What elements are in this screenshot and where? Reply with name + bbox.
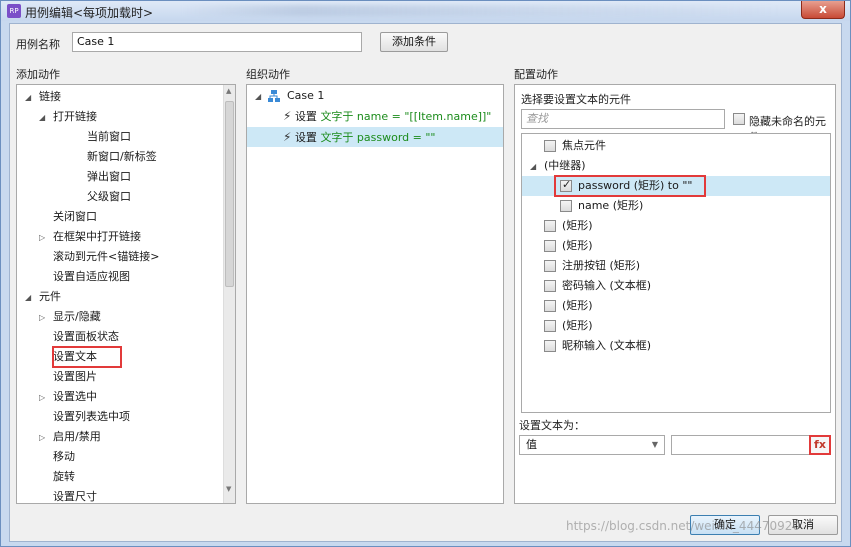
action-text: 文字于 name = "[[Item.name]]" xyxy=(320,110,492,123)
action-tree-item[interactable]: 滚动到元件<锚链接> xyxy=(53,247,159,267)
hide-unnamed-checkbox[interactable] xyxy=(733,113,745,125)
action-tree-item[interactable]: 设置面板状态 xyxy=(53,327,119,347)
collapse-icon[interactable]: ◢ xyxy=(39,113,45,122)
window-title: 用例编辑<每项加载时> xyxy=(25,6,154,20)
add-action-heading: 添加动作 xyxy=(16,68,60,81)
close-button[interactable]: x xyxy=(801,1,845,19)
widget-label[interactable]: 注册按钮 (矩形) xyxy=(562,256,640,276)
expand-icon[interactable]: ▷ xyxy=(39,393,45,402)
widget-label[interactable]: (矩形) xyxy=(562,236,593,256)
widget-checkbox[interactable] xyxy=(544,280,556,292)
repeater-group-label[interactable]: (中继器) xyxy=(544,156,586,176)
watermark: https://blog.csdn.net/weixin_44470920 xyxy=(566,519,801,533)
action-tree-item[interactable]: 移动 xyxy=(53,447,75,467)
widget-checkbox[interactable] xyxy=(560,200,572,212)
case-editor-window: RP 用例编辑<每项加载时> x 用例名称 Case 1 添加条件 添加动作 组… xyxy=(0,0,851,547)
scroll-up-icon[interactable]: ▲ xyxy=(226,87,231,95)
action-tree-item[interactable]: 设置列表选中项 xyxy=(53,407,130,427)
widget-label[interactable]: 密码输入 (文本框) xyxy=(562,276,651,296)
case-label[interactable]: Case 1 xyxy=(287,86,324,106)
widget-checkbox[interactable] xyxy=(544,220,556,232)
organize-action-tree[interactable]: ◢ Case 1 ⚡ 设置 文字于 name = "[[Item.name]]"… xyxy=(246,84,504,504)
collapse-icon[interactable]: ◢ xyxy=(25,93,31,102)
action-tree-item[interactable]: 元件 xyxy=(39,287,61,307)
lightning-icon: ⚡ xyxy=(283,109,292,123)
action-tree-item[interactable]: 设置尺寸 xyxy=(53,487,97,503)
action-tree-item[interactable]: 显示/隐藏 xyxy=(53,307,101,327)
action-prefix: 设置 xyxy=(294,131,317,144)
widget-label[interactable]: (矩形) xyxy=(562,296,593,316)
action-tree-item[interactable]: 启用/禁用 xyxy=(53,427,101,447)
action-tree-item[interactable]: 在框架中打开链接 xyxy=(53,227,141,247)
widget-checkbox[interactable] xyxy=(544,340,556,352)
action-tree-item[interactable]: 弹出窗口 xyxy=(87,167,131,187)
action-tree-item[interactable]: 设置自适应视图 xyxy=(53,267,130,287)
widget-list[interactable]: 焦点元件◢(中继器)password (矩形) to ""name (矩形)(矩… xyxy=(521,133,831,413)
set-text-label: 设置文本为： xyxy=(519,419,585,432)
title-bar: RP 用例编辑<每项加载时> x xyxy=(1,1,850,21)
widget-label[interactable]: 昵称输入 (文本框) xyxy=(562,336,651,356)
action-tree-item[interactable]: 设置图片 xyxy=(53,367,97,387)
set-text-type-value: 值 xyxy=(526,438,537,451)
case-name-label: 用例名称 xyxy=(16,38,60,51)
left-scrollbar-thumb[interactable] xyxy=(225,101,234,287)
widget-label[interactable]: name (矩形) xyxy=(578,196,643,216)
action-tree-item[interactable]: 链接 xyxy=(39,87,61,107)
set-text-type-select[interactable]: 值 ▼ xyxy=(519,435,665,455)
scroll-down-icon[interactable]: ▼ xyxy=(226,485,231,493)
action-tree-item[interactable]: 打开链接 xyxy=(53,107,97,127)
fx-button[interactable]: fx xyxy=(809,435,831,455)
lightning-icon: ⚡ xyxy=(283,130,292,144)
add-condition-button[interactable]: 添加条件 xyxy=(380,32,448,52)
action-row[interactable]: ⚡ 设置 文字于 name = "[[Item.name]]" xyxy=(283,106,491,126)
widget-checkbox[interactable] xyxy=(544,260,556,272)
widget-label[interactable]: (矩形) xyxy=(562,216,593,236)
set-text-highlight xyxy=(52,346,122,368)
action-text: 文字于 password = "" xyxy=(320,131,436,144)
action-tree-item[interactable]: 设置选中 xyxy=(53,387,97,407)
widget-checkbox[interactable] xyxy=(544,140,556,152)
choose-widget-label: 选择要设置文本的元件 xyxy=(521,93,631,106)
collapse-icon[interactable]: ◢ xyxy=(530,162,536,171)
configure-action-heading: 配置动作 xyxy=(514,68,558,81)
widget-checkbox[interactable] xyxy=(544,300,556,312)
organize-action-heading: 组织动作 xyxy=(246,68,290,81)
action-tree-item[interactable]: 父级窗口 xyxy=(87,187,131,207)
set-text-value-input[interactable] xyxy=(671,435,831,455)
dialog-content: 用例名称 Case 1 添加条件 添加动作 组织动作 配置动作 ◢ 链接 ◢ 打开链接… xyxy=(9,23,842,542)
widget-search-input[interactable]: 查找 xyxy=(521,109,725,129)
action-row-selected[interactable]: ⚡ 设置 文字于 password = "" xyxy=(283,127,436,147)
add-action-tree[interactable]: ◢ 链接 ◢ 打开链接 当前窗口 新窗口/新标签 弹出窗口 父级窗口 关闭窗口 ▷ 在框架中打开链接… xyxy=(16,84,236,504)
action-tree-item[interactable]: 旋转 xyxy=(53,467,75,487)
left-scrollbar[interactable]: ▲ ▼ xyxy=(223,85,235,503)
case-name-input[interactable]: Case 1 xyxy=(72,32,362,52)
password-widget-highlight xyxy=(554,175,706,197)
widget-checkbox[interactable] xyxy=(544,240,556,252)
collapse-icon[interactable]: ◢ xyxy=(25,293,31,302)
expand-icon[interactable]: ▷ xyxy=(39,433,45,442)
chevron-down-icon: ▼ xyxy=(651,440,658,449)
collapse-icon[interactable]: ◢ xyxy=(255,92,261,101)
expand-icon[interactable]: ▷ xyxy=(39,233,45,242)
widget-label[interactable]: 焦点元件 xyxy=(562,136,606,156)
action-prefix: 设置 xyxy=(294,110,317,123)
action-tree-item[interactable]: 关闭窗口 xyxy=(53,207,97,227)
app-icon: RP xyxy=(7,4,21,18)
configure-action-panel: 选择要设置文本的元件 查找 隐藏未命名的元件 焦点元件◢(中继器)passwor… xyxy=(514,84,836,504)
title-bar-blur xyxy=(181,5,781,16)
action-tree-item[interactable]: 新窗口/新标签 xyxy=(87,147,157,167)
widget-checkbox[interactable] xyxy=(544,320,556,332)
action-tree-item[interactable]: 当前窗口 xyxy=(87,127,131,147)
case-icon xyxy=(267,89,281,103)
widget-label[interactable]: (矩形) xyxy=(562,316,593,336)
expand-icon[interactable]: ▷ xyxy=(39,313,45,322)
